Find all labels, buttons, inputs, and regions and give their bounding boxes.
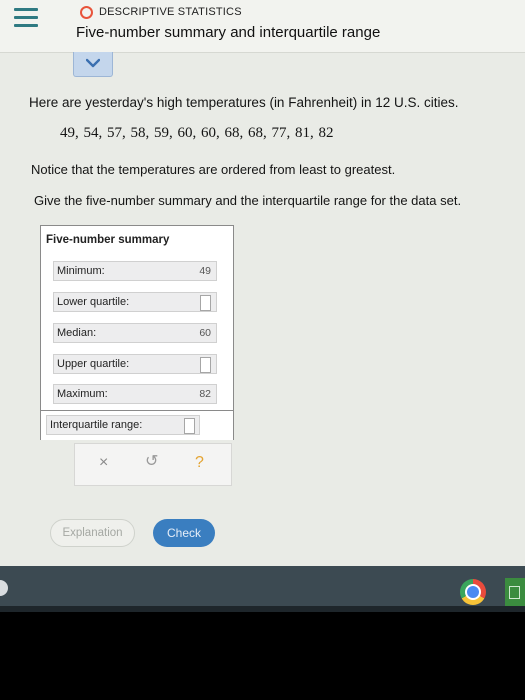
maximum-value: 82 [199,388,211,400]
row-median: Median: 60 [53,323,217,343]
iqr-field: Interquartile range: [46,415,200,435]
upper-quartile-input[interactable] [200,357,211,373]
header: DESCRIPTIVE STATISTICS Five-number summa… [0,0,525,53]
explanation-button[interactable]: Explanation [50,519,135,547]
row-minimum: Minimum: 49 [53,261,217,281]
row-interquartile-range: Interquartile range: [41,410,233,440]
taskbar-edge [0,606,525,612]
menu-icon[interactable] [12,6,40,32]
five-number-summary-table: Five-number summary Minimum: 49 Lower qu… [40,225,234,440]
taskbar [0,566,525,606]
row-label: Interquartile range: [50,419,143,431]
question-notice: Notice that the temperatures are ordered… [31,162,396,177]
files-icon[interactable] [505,578,525,606]
row-label: Lower quartile: [57,296,130,308]
row-lower-quartile: Lower quartile: [53,292,217,312]
row-label: Median: [57,327,97,339]
progress-circle-icon [80,5,93,19]
chrome-icon[interactable] [460,579,486,605]
row-label: Maximum: [57,388,108,400]
collapse-button[interactable] [73,52,113,77]
clear-icon[interactable]: × [99,455,108,471]
page-title: Five-number summary and interquartile ra… [76,24,381,41]
screen: DESCRIPTIVE STATISTICS Five-number summa… [0,0,525,612]
question-task: Give the five-number summary and the int… [34,193,462,208]
topic-line: DESCRIPTIVE STATISTICS [80,5,242,19]
undo-icon[interactable]: ↺ [145,454,158,470]
data-set: 49, 54, 57, 58, 59, 60, 60, 68, 68, 77, … [60,125,334,141]
row-label: Upper quartile: [57,358,130,370]
minimum-value: 49 [199,265,211,277]
question-intro: Here are yesterday's high temperatures (… [29,95,459,110]
table-title: Five-number summary [46,234,170,246]
topic-label: DESCRIPTIVE STATISTICS [99,6,242,18]
help-icon[interactable]: ? [195,455,204,471]
answer-tools: × ↺ ? [74,443,232,486]
row-maximum: Maximum: 82 [53,384,217,404]
lower-quartile-input[interactable] [200,295,211,311]
chevron-down-icon [86,58,100,68]
check-button[interactable]: Check [153,519,215,547]
interquartile-range-input[interactable] [184,418,195,434]
median-value: 60 [199,327,211,339]
row-label: Minimum: [57,265,105,277]
row-upper-quartile: Upper quartile: [53,354,217,374]
